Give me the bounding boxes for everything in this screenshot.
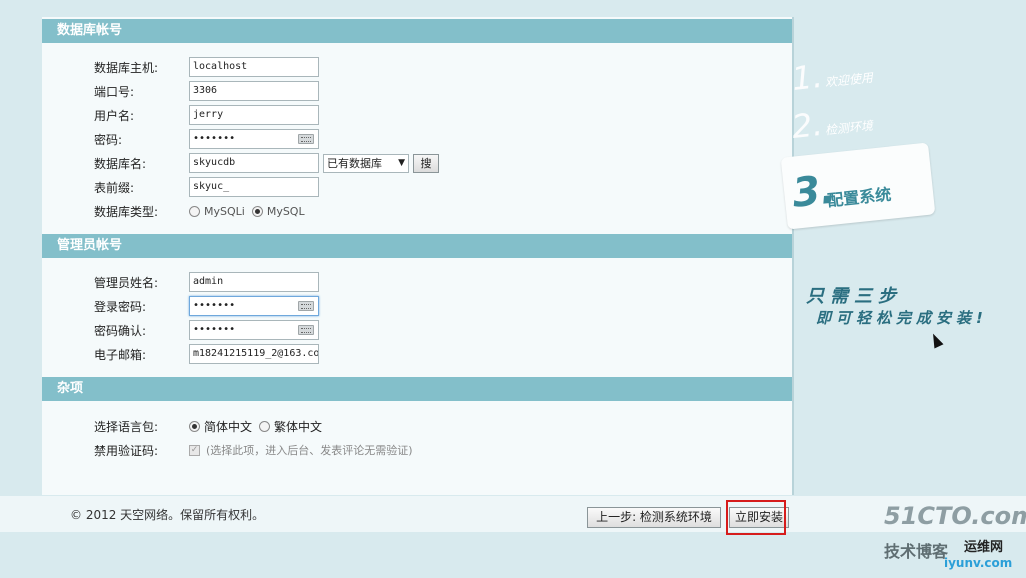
db-type-row: 数据库类型: MySQLi MySQL [94,201,312,221]
misc-section-header: 杂项 [42,377,792,401]
watermark-brand: 51CTO.com [884,502,1026,530]
slogan-line-1: 只需三步 [806,286,902,307]
db-user-label: 用户名: [94,108,135,123]
step-2-label: 检测环境 [824,118,874,138]
captcha-checkbox[interactable]: ✓ [189,444,200,456]
db-port-row: 端口号: 3306 [94,81,319,101]
db-password-input[interactable]: ••••••• [189,129,319,149]
db-host-label: 数据库主机: [94,60,159,75]
keyboard-icon[interactable] [298,325,314,335]
install-form-panel: 数据库帐号 数据库主机: localhost 端口号: 3306 用户名: je… [42,17,794,495]
step-1-label: 欢迎使用 [824,70,874,90]
db-name-input[interactable]: skyucdb [189,153,319,173]
radio-mysqli-label[interactable]: MySQLi [204,205,245,218]
keyboard-icon[interactable] [298,301,314,311]
admin-name-row: 管理员姓名: admin [94,272,319,292]
slogan-line-2: 即可轻松完成安装! [816,309,988,327]
db-password-label: 密码: [94,132,123,147]
db-search-button[interactable]: 搜 [413,153,439,173]
admin-confirm-input[interactable]: ••••••• [189,320,319,340]
admin-confirm-label: 密码确认: [94,323,147,338]
database-section-header: 数据库帐号 [42,19,792,43]
radio-mysqli[interactable] [189,205,200,217]
admin-email-row: 电子邮箱: m18241215119_2@163.co [94,344,319,364]
step-3-active: 3. 配置系统 [780,142,936,230]
lang-radio-group: 简体中文 繁体中文 [189,418,329,435]
admin-section-header: 管理员帐号 [42,234,792,258]
step-2-number: 2. [790,104,825,146]
db-port-input[interactable]: 3306 [189,81,319,101]
step-3-label: 配置系统 [826,184,893,211]
db-name-label: 数据库名: [94,156,147,171]
admin-password-row: 登录密码: ••••••• [94,296,319,316]
mouse-cursor-icon [928,331,944,349]
table-prefix-label: 表前缀: [94,180,135,195]
db-name-row: 数据库名: skyucdb 已有数据库 ▼ 搜 [94,153,439,173]
admin-email-label: 电子邮箱: [94,347,147,362]
radio-mysql[interactable] [251,205,263,217]
dropdown-arrow-icon: ▼ [398,157,405,168]
watermark-sub2: 运维网 [964,540,1004,555]
db-type-radio-group: MySQLi MySQL [189,205,312,218]
admin-confirm-row: 密码确认: ••••••• [94,320,319,340]
table-prefix-row: 表前缀: skyuc_ [94,177,319,197]
table-prefix-input[interactable]: skyuc_ [189,177,319,197]
admin-password-value: ••••••• [193,300,236,311]
step-2: 2.检测环境 [790,100,874,146]
prev-step-button[interactable]: 上一步: 检测系统环境 [587,507,721,528]
step-1: 1.欢迎使用 [790,52,874,98]
watermark-url: iyunv.com [944,556,1013,570]
copyright-text: © 2012 天空网络。保留所有权利。 [70,508,265,522]
db-password-row: 密码: ••••••• [94,129,319,149]
db-password-value: ••••••• [193,133,236,144]
step-1-number: 1. [790,56,825,98]
admin-email-input[interactable]: m18241215119_2@163.co [189,344,319,364]
db-host-row: 数据库主机: localhost [94,57,319,77]
lang-row: 选择语言包: 简体中文 繁体中文 [94,416,329,436]
lang-label: 选择语言包: [94,419,159,434]
radio-lang-simplified[interactable] [189,420,200,432]
watermark-sub1: 技术博客 [884,542,949,561]
radio-lang-traditional-label[interactable]: 繁体中文 [274,418,322,435]
footer-bar: © 2012 天空网络。保留所有权利。 [0,496,1026,532]
radio-lang-simplified-label[interactable]: 简体中文 [204,418,252,435]
db-host-input[interactable]: localhost [189,57,319,77]
admin-name-label: 管理员姓名: [94,275,159,290]
install-button-highlight [726,500,786,535]
admin-password-label: 登录密码: [94,299,147,314]
keyboard-icon[interactable] [298,134,314,144]
admin-name-input[interactable]: admin [189,272,319,292]
radio-lang-traditional[interactable] [259,420,271,432]
db-port-label: 端口号: [94,84,135,99]
captcha-hint: (选择此项，进入后台、发表评论无需验证) [206,444,413,457]
db-user-input[interactable]: jerry [189,105,319,125]
db-user-row: 用户名: jerry [94,105,319,125]
db-existing-select-value: 已有数据库 [327,156,382,170]
radio-mysql-label[interactable]: MySQL [267,205,305,218]
db-existing-select[interactable]: 已有数据库 ▼ [323,153,409,173]
admin-password-input[interactable]: ••••••• [189,296,319,316]
admin-confirm-value: ••••••• [193,324,236,335]
db-type-label: 数据库类型: [94,204,159,219]
captcha-row: 禁用验证码: ✓ (选择此项，进入后台、发表评论无需验证) [94,440,413,460]
captcha-label: 禁用验证码: [94,443,159,458]
